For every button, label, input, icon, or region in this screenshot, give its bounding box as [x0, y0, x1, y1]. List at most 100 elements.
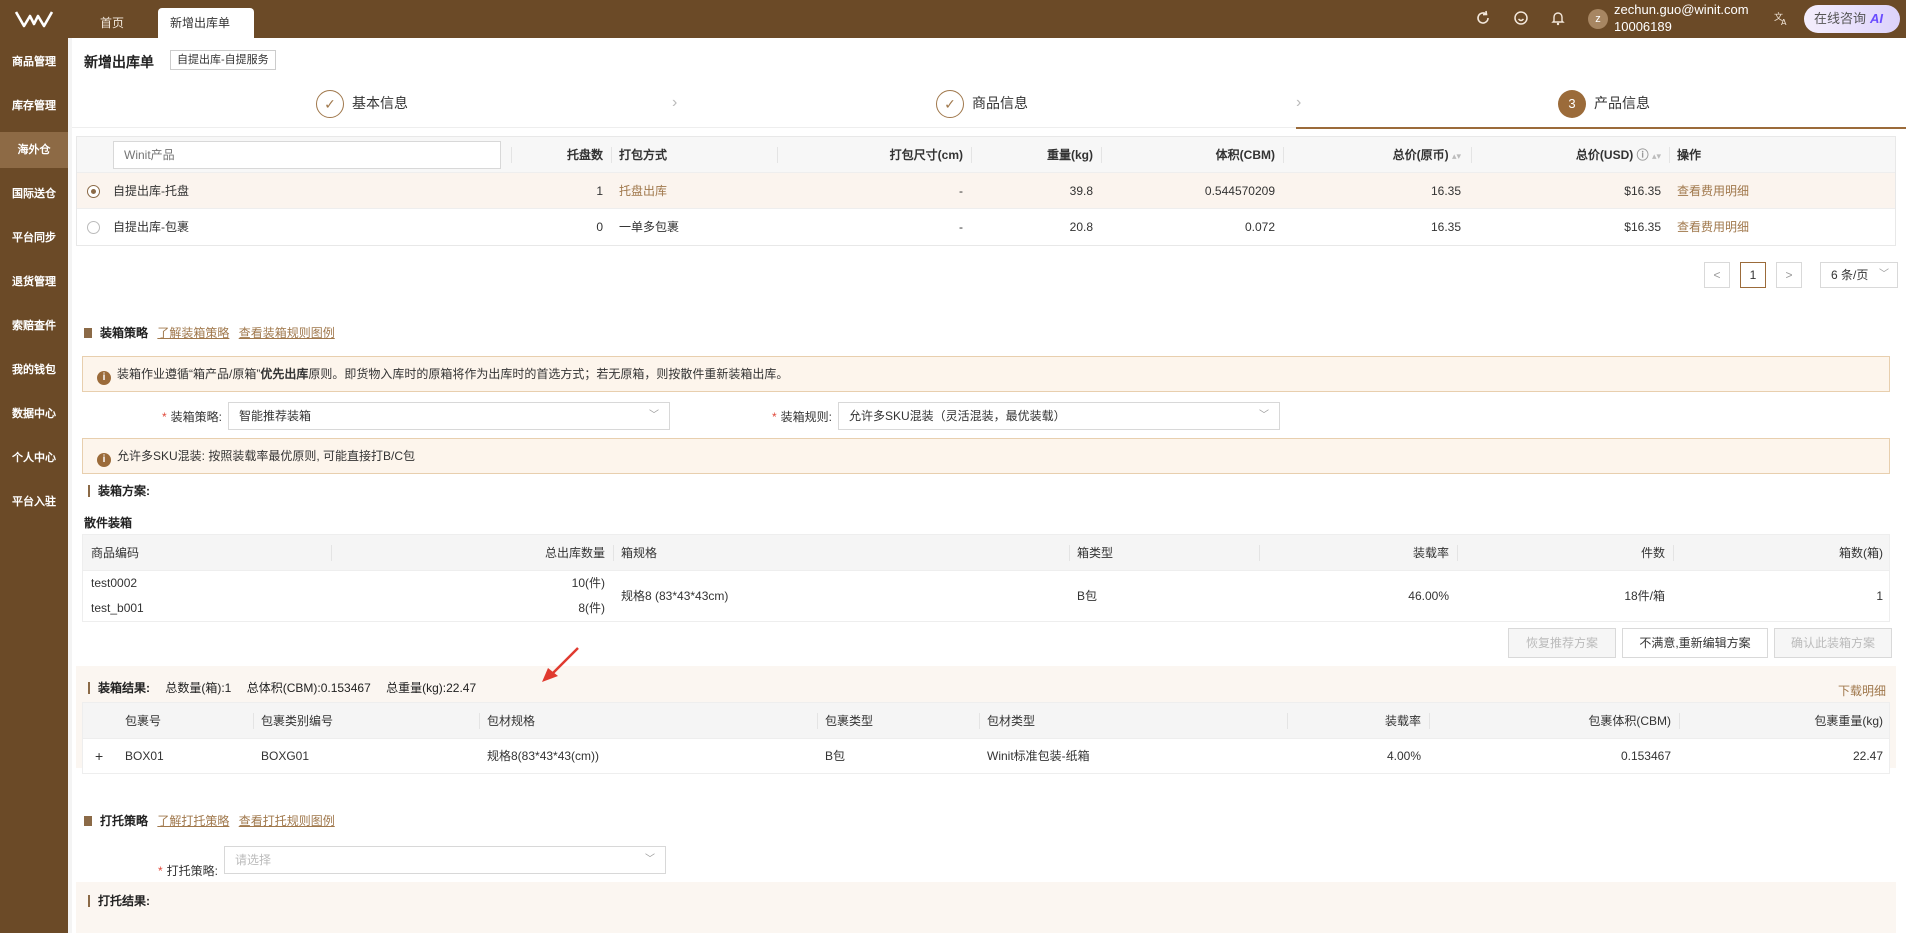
header-pieces: 件数: [1640, 546, 1665, 560]
bell-icon[interactable]: [1549, 10, 1567, 28]
pager-prev[interactable]: <: [1704, 262, 1730, 288]
step-product-info[interactable]: 3 产品信息: [1558, 88, 1650, 119]
sort-icon[interactable]: ▴▾: [1452, 151, 1461, 161]
sidebar-item-sync[interactable]: 平台同步: [0, 220, 68, 256]
help-icon[interactable]: ⓘ: [1637, 148, 1649, 162]
sidebar-item-returns[interactable]: 退货管理: [0, 264, 68, 300]
view-fee-detail-link[interactable]: 查看费用明细: [1677, 209, 1749, 245]
download-detail-link[interactable]: 下载明细: [1838, 682, 1886, 699]
pkg-cat: BOXG01: [261, 749, 310, 763]
header-pack-method: 打包方式: [619, 148, 668, 162]
sidebar-item-overseas[interactable]: 海外仓: [0, 132, 68, 168]
row-radio[interactable]: [87, 185, 100, 198]
row-radio[interactable]: [87, 221, 100, 234]
translate-icon[interactable]: 文A: [1772, 10, 1790, 28]
expand-icon[interactable]: +: [95, 739, 103, 773]
step-basic-info[interactable]: ✓ 基本信息: [316, 88, 408, 119]
sidebar-item-profile[interactable]: 个人中心: [0, 440, 68, 476]
packing-legend-link[interactable]: 查看装箱规则图例: [239, 326, 335, 340]
table-row[interactable]: 自提出库-托盘 1 托盘出库 - 39.8 0.544570209 16.35 …: [77, 173, 1895, 209]
product-name: 自提出库-包裹: [113, 220, 189, 234]
help-icon[interactable]: [1512, 10, 1530, 28]
qty: 8(件): [578, 601, 605, 615]
header-total-usd-label: 总价(USD): [1575, 148, 1634, 162]
packing-strategy-title: 装箱策略 了解装箱策略 查看装箱规则图例: [84, 324, 335, 341]
total-boxes: 总数量(箱):1: [165, 681, 232, 695]
sidebar-item-inventory[interactable]: 库存管理: [0, 88, 68, 124]
header-pkg-cat: 包裹类别编号: [261, 714, 334, 728]
table-row[interactable]: 自提出库-包裹 0 一单多包裹 - 20.8 0.072 16.35 $16.3…: [77, 209, 1895, 245]
header-total-orig[interactable]: 总价(原币) ▴▾: [1283, 137, 1461, 173]
sidebar-item-product[interactable]: 商品管理: [0, 44, 68, 80]
column-divider: [613, 545, 614, 561]
pager-page-1[interactable]: 1: [1740, 262, 1766, 288]
sidebar-item-claims[interactable]: 索赔查件: [0, 308, 68, 344]
packing-strategy-select[interactable]: 智能推荐装箱 ﹀: [228, 402, 670, 430]
pallet-strategy-select[interactable]: 请选择 ﹀: [224, 846, 666, 874]
arrow-annotation-icon: [542, 647, 579, 682]
search-input[interactable]: [114, 142, 500, 168]
pack-size: -: [959, 184, 963, 198]
step-goods-info[interactable]: ✓ 商品信息: [936, 88, 1028, 119]
header-spec: 箱规格: [621, 546, 658, 560]
page-size-label: 6 条/页: [1831, 268, 1869, 282]
refresh-icon[interactable]: [1474, 10, 1492, 28]
winit-logo[interactable]: [14, 8, 54, 30]
top-bar: 首页 新增出库单× z zechun.guo@winit.com 1000618…: [0, 0, 1906, 60]
page-size-select[interactable]: 6 条/页 ﹀: [1820, 262, 1898, 288]
ai-consult-button[interactable]: 在线咨询 AI: [1804, 5, 1900, 33]
pkg-volume: 0.153467: [1620, 749, 1671, 763]
check-icon: ✓: [316, 90, 344, 119]
notice-text: 装箱作业遵循“箱产品/原箱”: [117, 367, 261, 381]
sidebar-item-platform[interactable]: 平台入驻: [0, 484, 68, 520]
restore-plan-button[interactable]: 恢复推荐方案: [1508, 628, 1616, 658]
sidebar-item-wallet[interactable]: 我的钱包: [0, 352, 68, 388]
edit-plan-button[interactable]: 不满意,重新编辑方案: [1622, 628, 1768, 658]
pallet-count: 1: [596, 184, 603, 198]
chevron-down-icon: ﹀: [1879, 269, 1889, 280]
packing-rule-select[interactable]: 允许多SKU混装（灵活混装，最优装载） ﹀: [838, 402, 1280, 430]
column-divider: [253, 713, 254, 729]
packing-strategy-label: 装箱策略: [100, 326, 149, 340]
chevron-down-icon: ﹀: [649, 410, 659, 421]
pallet-legend-link[interactable]: 查看打托规则图例: [239, 814, 335, 828]
column-divider: [611, 147, 612, 163]
volume: 0.544570209: [1204, 184, 1275, 198]
user-info[interactable]: zechun.guo@winit.com 10006189: [1614, 1, 1749, 35]
tab-new-outbound[interactable]: 新增出库单×: [158, 8, 254, 60]
total-weight: 总重量(kg):22.47: [386, 681, 477, 695]
learn-packing-link[interactable]: 了解装箱策略: [157, 326, 229, 340]
header-type: 箱类型: [1077, 546, 1114, 560]
avatar[interactable]: z: [1588, 9, 1608, 29]
total-orig: 16.35: [1430, 220, 1461, 234]
plan-sub: 散件装箱: [84, 516, 133, 530]
box-spec: 规格8 (83*43*43cm): [621, 589, 729, 603]
pack-method: 托盘出库: [619, 184, 668, 198]
header-total-usd[interactable]: 总价(USD) ⓘ ▴▾: [1471, 137, 1661, 173]
learn-pallet-link[interactable]: 了解打托策略: [157, 814, 229, 828]
packing-rule-field-text: 装箱规则:: [780, 410, 832, 424]
packing-strategy-field-text: 装箱策略:: [170, 410, 222, 424]
tab-home[interactable]: 首页: [88, 8, 136, 38]
header-pkg-no: 包裹号: [125, 714, 162, 728]
product-name: 自提出库-托盘: [113, 184, 189, 198]
book-icon: [84, 816, 92, 826]
step-basic-info-label: 基本信息: [352, 95, 408, 111]
sidebar-item-intl-delivery[interactable]: 国际送仓: [0, 176, 68, 212]
pager-next[interactable]: >: [1776, 262, 1802, 288]
pallet-count: 0: [596, 220, 603, 234]
pallet-strategy-label: 打托策略: [100, 814, 149, 828]
tab-new-outbound-label: 新增出库单: [170, 16, 231, 30]
main-content: 新增出库单 自提出库-自提服务 ✓ 基本信息 › ✓ 商品信息 › 3 产品信息 托盘…: [72, 38, 1906, 933]
sort-icon[interactable]: ▴▾: [1652, 151, 1661, 161]
column-divider: [1669, 147, 1670, 163]
product-search[interactable]: [113, 141, 501, 169]
confirm-plan-button[interactable]: 确认此装箱方案: [1774, 628, 1892, 658]
view-fee-detail-link[interactable]: 查看费用明细: [1677, 173, 1749, 209]
steps: ✓ 基本信息 › ✓ 商品信息 › 3 产品信息: [72, 76, 1906, 128]
header-weight: 重量(kg): [1047, 148, 1093, 162]
header-qty: 总出库数量: [544, 546, 605, 560]
material-type: Winit标准包装-纸箱: [987, 749, 1090, 763]
sidebar-item-data[interactable]: 数据中心: [0, 396, 68, 432]
pallet-result-title: 打托结果:: [88, 895, 150, 907]
